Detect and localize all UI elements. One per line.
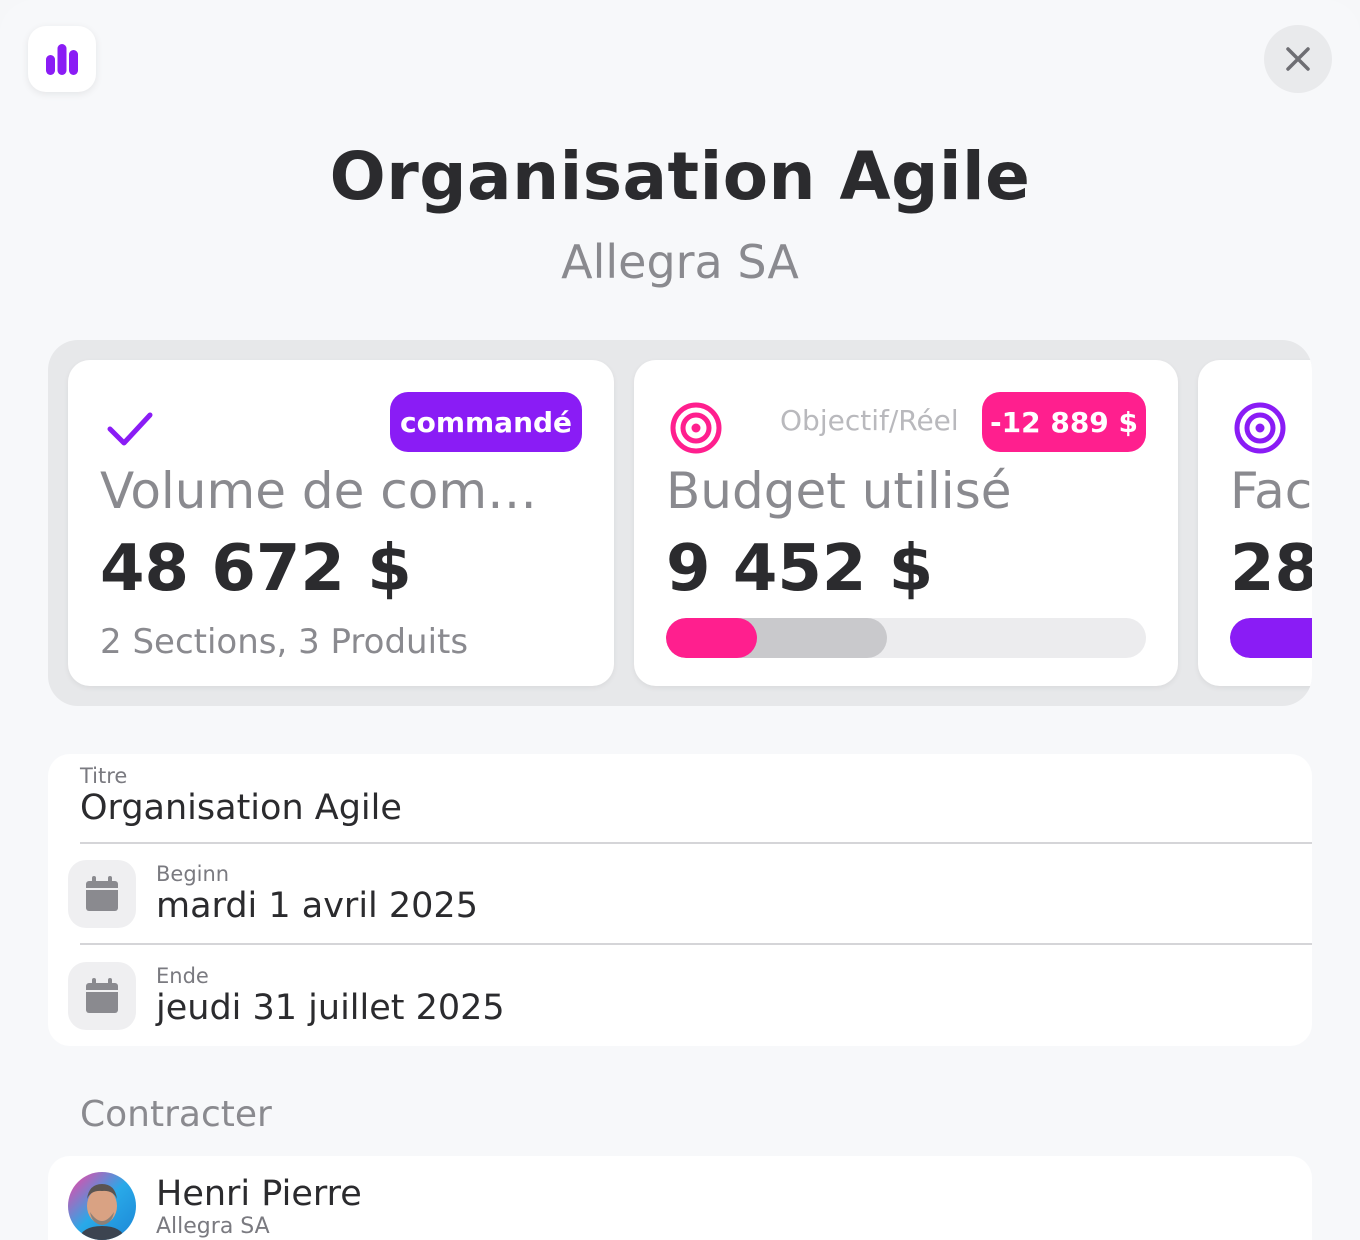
contractor-name: Henri Pierre — [156, 1174, 362, 1214]
budget-card[interactable]: Objectif/Réel -12 889 $ Budget utilisé 9… — [634, 360, 1178, 686]
target-icon — [1234, 402, 1286, 454]
close-icon — [1286, 47, 1310, 71]
page-subtitle: Allegra SA — [561, 235, 799, 289]
checkmark-icon — [107, 412, 153, 446]
variance-badge: -12 889 $ — [982, 392, 1146, 452]
objective-hint: Objectif/Réel — [780, 404, 959, 437]
details-form: Titre Organisation Agile Beginn mardi 1 … — [48, 754, 1312, 1046]
card-caption: 2 Sections, 3 Produits — [100, 622, 469, 662]
divider — [80, 943, 1312, 945]
budget-progress-bar — [666, 618, 1146, 658]
page-title: Organisation Agile — [329, 138, 1031, 215]
kpi-carousel[interactable]: commandé Volume de commande 48 672 $ 2 S… — [48, 340, 1312, 706]
close-button[interactable] — [1264, 25, 1332, 93]
status-badge: commandé — [390, 392, 582, 452]
avatar — [68, 1172, 136, 1240]
contractor-row[interactable]: Henri Pierre Allegra SA — [48, 1156, 1312, 1240]
bar-chart-icon — [46, 44, 78, 75]
end-date-field[interactable]: jeudi 31 juillet 2025 — [156, 988, 505, 1028]
invoice-progress-fill — [1230, 618, 1312, 658]
card-label: Volume de commande — [100, 462, 580, 520]
app-logo[interactable] — [28, 26, 96, 92]
card-value: 28 — [1230, 532, 1312, 606]
start-date-button[interactable] — [68, 860, 136, 928]
title-field-label: Titre — [80, 764, 128, 788]
order-volume-card[interactable]: commandé Volume de commande 48 672 $ 2 S… — [68, 360, 614, 686]
divider — [80, 842, 1312, 844]
invoice-card[interactable]: Fact 28 — [1198, 360, 1312, 686]
budget-actual-fill — [666, 618, 758, 658]
card-value: 48 672 $ — [100, 532, 412, 606]
card-value: 9 452 $ — [666, 532, 934, 606]
calendar-icon — [86, 876, 118, 911]
contractor-heading: Contracter — [80, 1094, 272, 1135]
card-label: Budget utilisé — [666, 462, 1012, 520]
target-icon — [670, 402, 722, 454]
start-date-label: Beginn — [156, 862, 230, 886]
invoice-progress-bar — [1230, 618, 1312, 658]
end-date-button[interactable] — [68, 962, 136, 1030]
card-label: Fact — [1230, 462, 1312, 520]
end-date-label: Ende — [156, 964, 209, 988]
start-date-field[interactable]: mardi 1 avril 2025 — [156, 886, 478, 926]
details-panel: Organisation Agile Allegra SA commandé V… — [0, 0, 1360, 1240]
calendar-icon — [86, 978, 118, 1013]
title-field[interactable]: Organisation Agile — [80, 788, 402, 828]
contractor-company: Allegra SA — [156, 1214, 270, 1239]
